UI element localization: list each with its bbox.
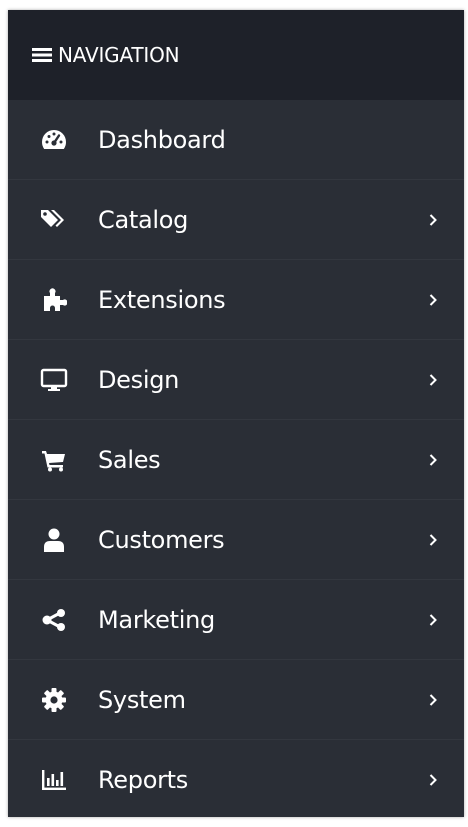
chevron-right-icon — [428, 372, 438, 388]
puzzle-piece-icon — [40, 286, 68, 314]
chevron-right-icon — [428, 772, 438, 788]
menu-item-dashboard[interactable]: Dashboard — [8, 100, 464, 180]
menu-item-catalog[interactable]: Catalog — [8, 180, 464, 260]
menu-item-label: Marketing — [98, 605, 215, 634]
navigation-header[interactable]: NAVIGATION — [8, 10, 464, 100]
menu-item-label: System — [98, 685, 186, 714]
tags-icon — [40, 206, 68, 234]
bar-chart-icon — [40, 766, 68, 794]
chevron-right-icon — [428, 532, 438, 548]
screenshot-frame: NAVIGATION Dashboard Catalog Extensions … — [0, 0, 468, 827]
navigation-title: NAVIGATION — [58, 43, 180, 67]
cog-icon — [40, 686, 68, 714]
menu-item-customers[interactable]: Customers — [8, 500, 464, 580]
chevron-right-icon — [428, 212, 438, 228]
share-icon — [40, 606, 68, 634]
navigation-sidebar: NAVIGATION Dashboard Catalog Extensions … — [8, 10, 464, 817]
chevron-right-icon — [428, 692, 438, 708]
menu-item-label: Sales — [98, 445, 161, 474]
dashboard-gauge-icon — [40, 126, 68, 154]
monitor-icon — [40, 366, 68, 394]
navigation-menu: Dashboard Catalog Extensions Design Sale… — [8, 100, 464, 820]
user-icon — [40, 526, 68, 554]
menu-item-label: Extensions — [98, 285, 226, 314]
chevron-right-icon — [428, 452, 438, 468]
hamburger-menu-icon — [32, 47, 52, 63]
menu-item-sales[interactable]: Sales — [8, 420, 464, 500]
menu-item-label: Design — [98, 365, 180, 394]
menu-item-label: Reports — [98, 766, 188, 794]
shopping-cart-icon — [40, 446, 68, 474]
menu-item-system[interactable]: System — [8, 660, 464, 740]
menu-item-extensions[interactable]: Extensions — [8, 260, 464, 340]
menu-item-design[interactable]: Design — [8, 340, 464, 420]
chevron-right-icon — [428, 612, 438, 628]
menu-item-label: Dashboard — [98, 125, 226, 154]
menu-item-marketing[interactable]: Marketing — [8, 580, 464, 660]
menu-item-label: Customers — [98, 525, 225, 554]
chevron-right-icon — [428, 292, 438, 308]
menu-item-label: Catalog — [98, 205, 189, 234]
menu-item-reports[interactable]: Reports — [8, 740, 464, 820]
